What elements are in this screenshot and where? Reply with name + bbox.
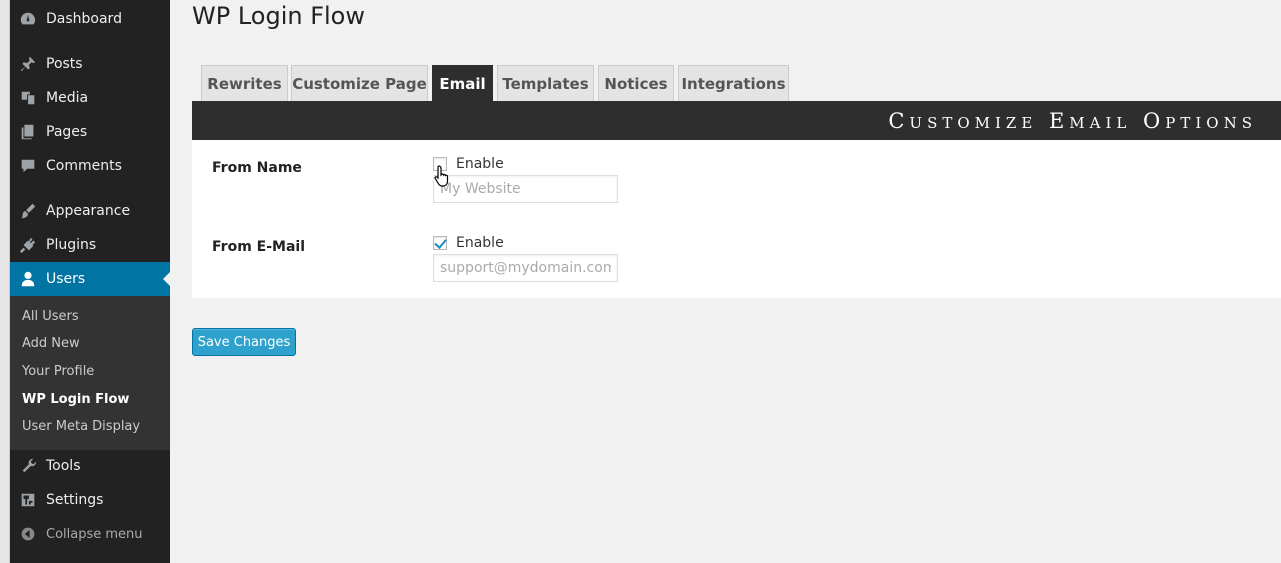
dashboard-icon — [10, 10, 46, 28]
tab-integrations[interactable]: Integrations — [678, 65, 789, 101]
settings-icon — [10, 491, 46, 509]
wrench-icon — [10, 457, 46, 475]
brush-icon — [10, 202, 46, 220]
page-title: WP Login Flow — [192, 2, 365, 30]
tab-notices[interactable]: Notices — [598, 65, 674, 101]
panel-header: Customize Email Options — [192, 101, 1281, 140]
from-email-input[interactable] — [433, 254, 618, 282]
user-icon — [10, 270, 46, 288]
email-options-panel: From Name Enable From E-Mail Enable — [192, 140, 1281, 298]
tab-templates[interactable]: Templates — [497, 65, 594, 101]
submenu-item-user-meta-display[interactable]: User Meta Display — [22, 419, 140, 434]
sidebar-item-settings[interactable]: Settings — [10, 483, 170, 517]
sidebar-item-tools[interactable]: Tools — [10, 449, 170, 483]
from-email-enable-label: Enable — [456, 235, 504, 251]
tab-email[interactable]: Email — [432, 65, 493, 101]
sidebar-item-label: Pages — [46, 124, 88, 140]
sidebar-item-label: Dashboard — [46, 11, 122, 27]
comment-icon — [10, 157, 46, 175]
sidebar-item-pages[interactable]: Pages — [10, 115, 170, 149]
tab-customize-page[interactable]: Customize Page — [291, 65, 428, 101]
sidebar-item-users[interactable]: Users — [10, 262, 170, 296]
plug-icon — [10, 236, 46, 254]
collapse-arrow-icon — [10, 526, 46, 542]
sidebar-item-label: Appearance — [46, 203, 131, 219]
submenu-item-wp-login-flow[interactable]: WP Login Flow — [22, 392, 129, 407]
from-email-label: From E-Mail — [212, 239, 306, 255]
sidebar-item-appearance[interactable]: Appearance — [10, 194, 170, 228]
from-name-label: From Name — [212, 160, 302, 176]
sidebar-item-label: Comments — [46, 158, 122, 174]
hand-cursor-icon — [434, 165, 449, 187]
users-submenu: All Users Add New Your Profile WP Login … — [10, 296, 170, 450]
sidebar-item-label: Tools — [46, 458, 81, 474]
collapse-menu-button[interactable]: Collapse menu — [10, 520, 170, 548]
from-name-input[interactable] — [433, 175, 618, 203]
sidebar-item-dashboard[interactable]: Dashboard — [10, 2, 170, 36]
sidebar-item-label: Media — [46, 90, 89, 106]
sidebar-item-plugins[interactable]: Plugins — [10, 228, 170, 262]
sidebar-item-label: Plugins — [46, 237, 97, 253]
sidebar-item-comments[interactable]: Comments — [10, 149, 170, 183]
window-edge — [0, 0, 10, 563]
sidebar-item-label: Users — [46, 271, 86, 287]
tab-rewrites[interactable]: Rewrites — [201, 65, 288, 101]
sidebar-item-posts[interactable]: Posts — [10, 47, 170, 81]
sidebar-item-media[interactable]: Media — [10, 81, 170, 115]
pin-icon — [10, 55, 46, 73]
submenu-item-all-users[interactable]: All Users — [22, 309, 79, 324]
submenu-item-add-new[interactable]: Add New — [22, 336, 80, 351]
pages-icon — [10, 123, 46, 141]
from-name-enable-label: Enable — [456, 156, 504, 172]
sidebar-item-label: Settings — [46, 492, 104, 508]
panel-title: Customize Email Options — [888, 109, 1257, 133]
admin-sidebar: Dashboard Posts Media Pages Comments App… — [10, 0, 170, 563]
submenu-item-your-profile[interactable]: Your Profile — [22, 364, 94, 379]
sidebar-item-label: Posts — [46, 56, 83, 72]
media-icon — [10, 89, 46, 107]
from-email-enable-checkbox[interactable] — [433, 236, 447, 250]
save-changes-button[interactable]: Save Changes — [192, 328, 296, 356]
collapse-menu-label: Collapse menu — [46, 526, 143, 542]
